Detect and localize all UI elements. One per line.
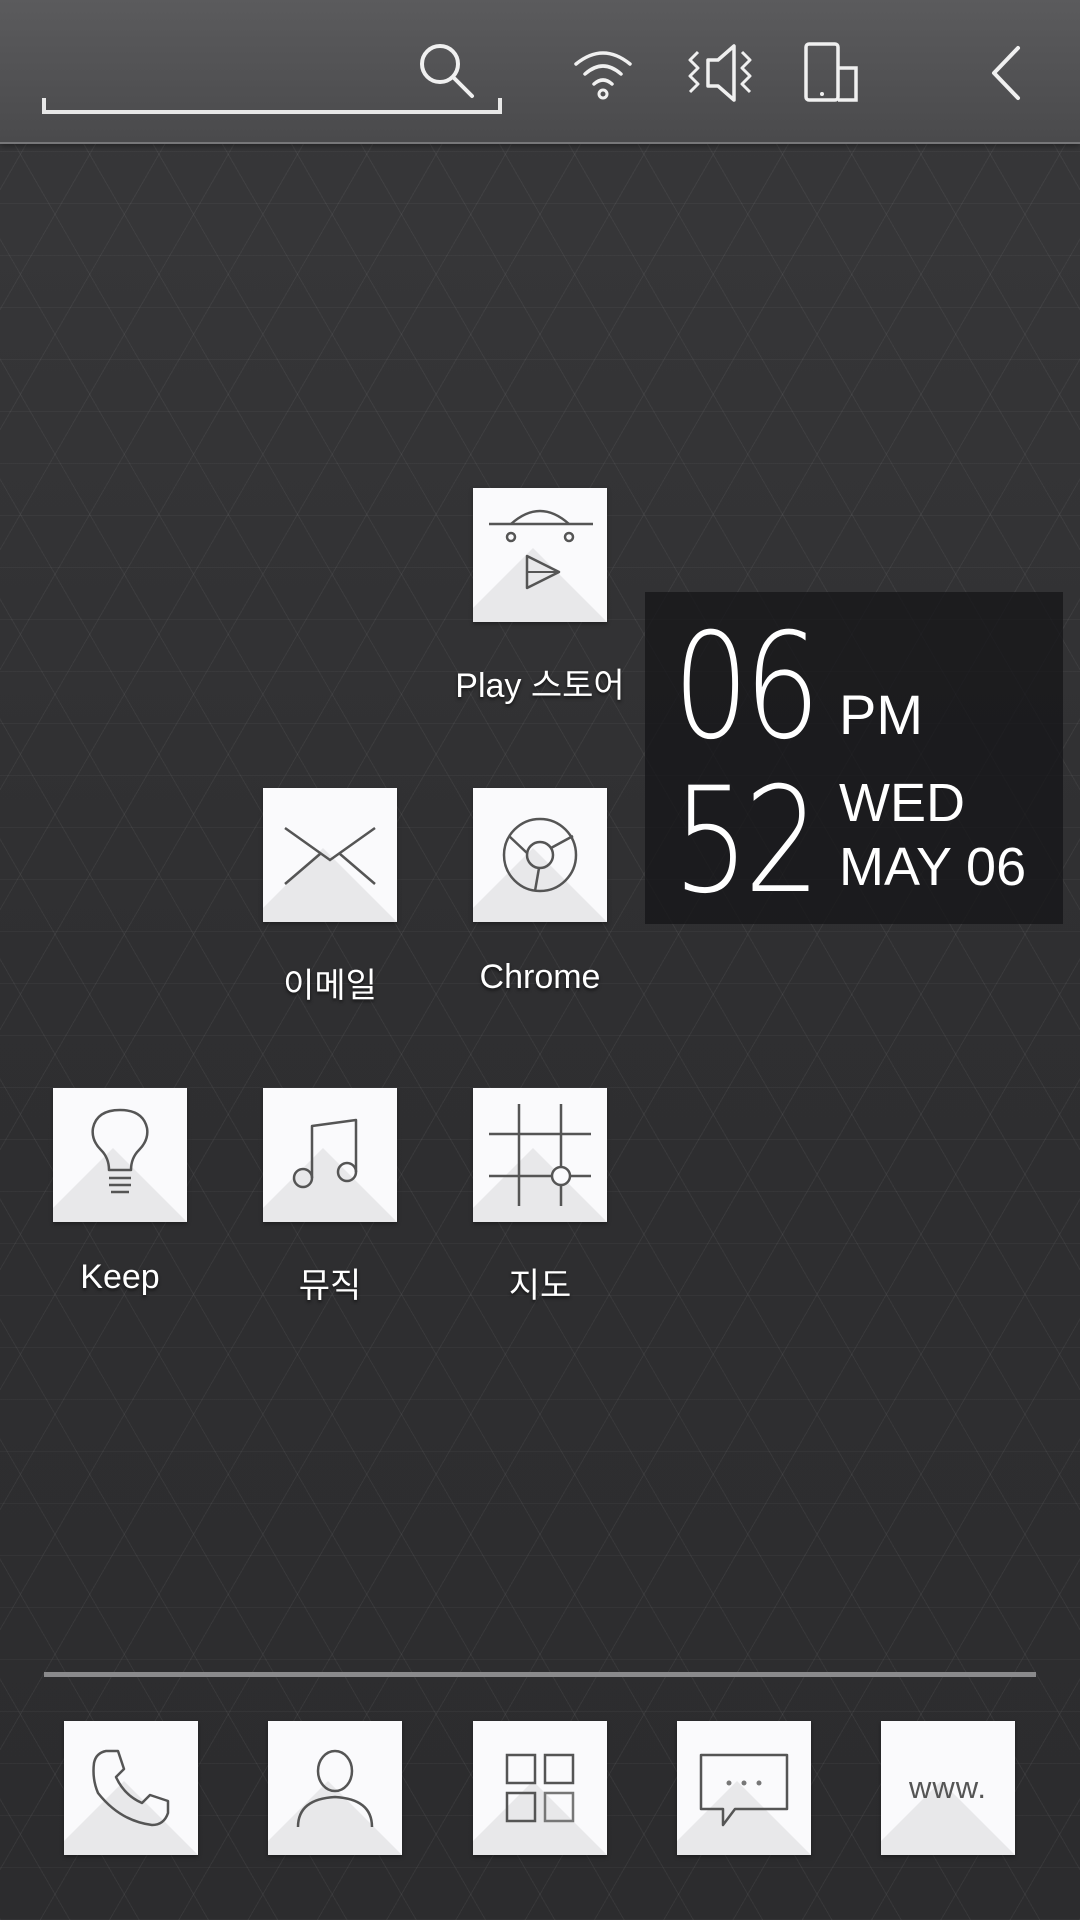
top-bar bbox=[0, 0, 1080, 144]
app-maps[interactable]: 지도 bbox=[440, 1088, 640, 1307]
app-music[interactable]: 뮤직 bbox=[230, 1088, 430, 1307]
search-icon[interactable] bbox=[414, 38, 478, 102]
clock-date: MAY 06 bbox=[839, 837, 1027, 897]
app-label: Keep bbox=[80, 1258, 160, 1296]
envelope-icon bbox=[284, 826, 376, 885]
search-input[interactable] bbox=[42, 28, 402, 110]
app-play-store[interactable]: Play 스토어 bbox=[440, 488, 640, 707]
dock-messages[interactable] bbox=[644, 1721, 844, 1855]
messages-icon bbox=[699, 1753, 789, 1827]
app-chrome[interactable]: Chrome bbox=[440, 788, 640, 997]
dock-browser[interactable]: www. bbox=[848, 1721, 1048, 1855]
phone-icon bbox=[92, 1749, 170, 1827]
clock-ampm: PM bbox=[839, 683, 923, 746]
chrome-icon bbox=[502, 817, 578, 893]
contacts-icon bbox=[296, 1749, 374, 1828]
browser-www-text: www. bbox=[908, 1770, 988, 1805]
screen-rotation-icon[interactable] bbox=[798, 38, 868, 108]
vibrate-icon[interactable] bbox=[684, 38, 754, 108]
clock-widget[interactable]: 06 PM 52 WED MAY 06 bbox=[645, 592, 1063, 924]
back-chevron-icon[interactable] bbox=[972, 38, 1042, 108]
app-label: Chrome bbox=[479, 958, 601, 996]
clock-minute: 52 bbox=[673, 756, 820, 926]
app-drawer-icon bbox=[505, 1753, 575, 1823]
clock-hour: 06 bbox=[673, 602, 820, 772]
play-store-icon bbox=[489, 509, 593, 590]
dock-contacts[interactable] bbox=[235, 1721, 435, 1855]
app-email[interactable]: 이메일 bbox=[230, 788, 430, 1007]
lightbulb-icon bbox=[91, 1108, 149, 1194]
search-bar[interactable] bbox=[42, 28, 502, 114]
map-icon bbox=[489, 1104, 591, 1206]
dock-phone[interactable] bbox=[31, 1721, 231, 1855]
dock-divider bbox=[44, 1672, 1036, 1677]
clock-day: WED bbox=[839, 773, 965, 833]
dock-app-drawer[interactable] bbox=[440, 1721, 640, 1855]
app-keep[interactable]: Keep bbox=[20, 1088, 220, 1297]
app-label: Play 스토어 bbox=[455, 667, 625, 705]
app-label: 뮤직 bbox=[298, 1267, 362, 1305]
music-note-icon bbox=[292, 1118, 358, 1189]
wifi-icon[interactable] bbox=[568, 38, 638, 108]
app-label: 지도 bbox=[508, 1267, 572, 1305]
app-label: 이메일 bbox=[283, 967, 377, 1005]
browser-icon: www. bbox=[881, 1721, 1015, 1855]
